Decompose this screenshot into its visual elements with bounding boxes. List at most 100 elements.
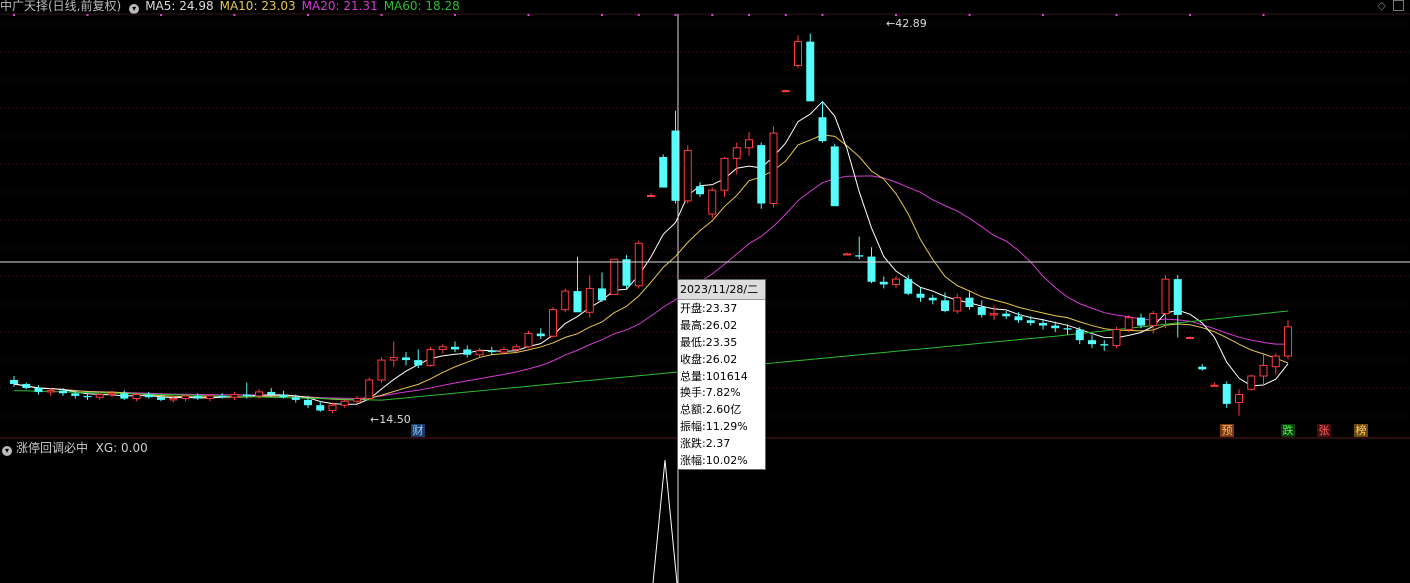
candle-body (843, 253, 851, 256)
candle-body (855, 255, 864, 257)
candle-body (267, 391, 276, 395)
candle-body (1137, 317, 1145, 326)
candle-body (353, 398, 361, 402)
candle-body (941, 300, 949, 311)
candle-body (708, 189, 717, 215)
signal-bang[interactable]: 榜 (1354, 424, 1368, 437)
signal-dot (1042, 14, 1044, 16)
candle-body (892, 278, 900, 285)
ma60-line (13, 310, 1289, 401)
signal-dot (637, 14, 640, 16)
candle-body (561, 290, 570, 311)
signal-dot (821, 14, 824, 16)
candle-body (34, 387, 43, 392)
tooltip-date: 2023/11/28/二 (678, 280, 765, 300)
candle-body (1112, 329, 1121, 346)
candle-body (255, 391, 263, 397)
tooltip-open: 开盘:23.37 (680, 302, 738, 315)
candle-body (475, 350, 484, 356)
tooltip-turnover: 换手:7.82% (680, 386, 741, 400)
candle-body (696, 186, 704, 195)
tooltip-high: 最高:26.02 (680, 318, 738, 332)
tooltip-amplitude: 振幅:11.29% (680, 420, 748, 434)
signal-dot (674, 14, 677, 16)
chevron-down-icon[interactable]: ▾ (2, 446, 12, 456)
candle-body (328, 404, 337, 412)
candle-body (377, 359, 386, 381)
candle-body (1026, 320, 1035, 323)
signal-dot (1189, 14, 1191, 16)
tooltip-volume: 总量:101614 (680, 369, 748, 383)
candle-body (1161, 278, 1170, 315)
signal-dot (968, 14, 971, 16)
signal-cai[interactable]: 财 (411, 424, 425, 437)
candle-body (95, 394, 104, 398)
candle-body (916, 293, 925, 298)
tooltip-low: 最低:23.35 (680, 335, 738, 349)
tooltip-amount: 总额:2.60亿 (680, 403, 742, 417)
candle-body (806, 41, 815, 102)
candle-info-tooltip: 2023/11/28/二 开盘:23.37 最高:26.02 最低:23.35 … (677, 279, 766, 470)
candle-body (647, 195, 655, 198)
candle-body (10, 379, 18, 384)
candle-body (610, 258, 619, 295)
candle-body (1222, 383, 1231, 404)
candle-body (573, 291, 582, 313)
candle-body (500, 348, 508, 353)
candle-body (1149, 313, 1158, 327)
xg-spike (652, 459, 678, 583)
signal-dot (1262, 14, 1265, 16)
candle-body (634, 242, 643, 287)
candle-body (108, 392, 116, 396)
candle-body (291, 397, 300, 400)
candle-body (1235, 394, 1243, 404)
signal-dot (748, 14, 750, 16)
signal-dot (601, 14, 603, 16)
candle-body (536, 333, 545, 337)
candle-body (879, 281, 888, 285)
candle-body (1198, 366, 1207, 370)
signal-dot (711, 14, 714, 16)
candle-body (59, 390, 67, 394)
candle-body (193, 395, 202, 399)
signal-zhang[interactable]: 张 (1317, 424, 1331, 437)
candle-body (818, 117, 827, 142)
low-annotation: ←14.50 (370, 413, 411, 426)
candle-body (316, 405, 325, 411)
candle-body (206, 395, 214, 400)
candle-body (414, 360, 423, 366)
candle-body (242, 394, 251, 396)
candle-body (1284, 326, 1292, 357)
candle-body (549, 309, 557, 337)
indicator-xg: XG: 0.00 (95, 441, 148, 455)
signal-dot (454, 14, 456, 16)
candle-body (157, 397, 165, 400)
signal-dot (13, 14, 15, 16)
candle-body (757, 145, 766, 204)
candle-body (1210, 384, 1219, 387)
candle-body (867, 256, 876, 282)
candle-body (1173, 279, 1182, 315)
candle-body (230, 394, 239, 398)
candle-body (279, 394, 288, 398)
candle-body (977, 306, 986, 315)
candle-body (365, 379, 374, 400)
candle-body (769, 132, 778, 204)
candle-body (990, 313, 998, 316)
indicator-title: 涨停回调必中 (16, 441, 89, 455)
signal-yu[interactable]: 预 (1220, 424, 1234, 437)
candle-body (1088, 340, 1096, 345)
candle-body (524, 333, 533, 348)
tooltip-change: 涨跌:2.37 (680, 437, 731, 451)
signal-die[interactable]: 跌 (1281, 424, 1295, 437)
tooltip-close: 收盘:26.02 (680, 352, 738, 366)
candle-body (598, 288, 606, 301)
tooltip-change-pct: 涨幅:10.02% (680, 454, 748, 468)
candle-body (1271, 355, 1280, 368)
candle-body (451, 346, 459, 350)
candle-body (1051, 325, 1060, 329)
candle-body (794, 41, 802, 66)
candle-body (830, 146, 839, 207)
signal-dot (233, 14, 236, 16)
high-annotation: ←42.89 (886, 17, 927, 30)
